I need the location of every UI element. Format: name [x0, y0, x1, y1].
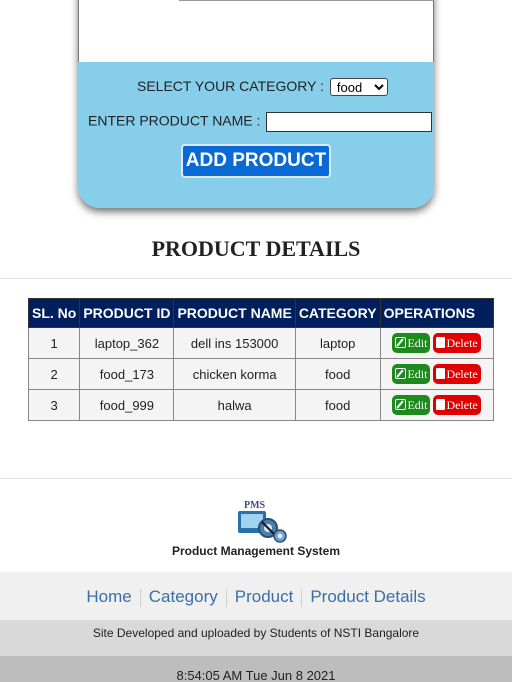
- cell-product-id: food_999: [79, 389, 175, 421]
- product-name-row: ENTER PRODUCT NAME :: [88, 112, 433, 132]
- delete-button[interactable]: Delete: [433, 364, 481, 384]
- table-row: 2 food_173 chicken korma food Edit Delete: [27, 358, 494, 390]
- cell-product-id: food_173: [79, 358, 175, 390]
- edit-button[interactable]: Edit: [392, 333, 431, 353]
- cell-sl-no: 2: [27, 358, 81, 390]
- product-name-label: ENTER PRODUCT NAME :: [88, 112, 261, 129]
- delete-label: Delete: [446, 398, 478, 412]
- edit-label: Edit: [407, 336, 428, 350]
- delete-label: Delete: [446, 367, 478, 381]
- edit-icon: [395, 337, 407, 348]
- cell-product-name: dell ins 153000: [173, 327, 296, 359]
- category-label: SELECT YOUR CATEGORY :: [137, 78, 324, 94]
- edit-button[interactable]: Edit: [392, 364, 431, 384]
- trash-icon: [436, 337, 446, 348]
- table-row: 3 food_999 halwa food Edit Delete: [27, 389, 494, 421]
- edit-label: Edit: [407, 367, 428, 381]
- nav-product-details-link[interactable]: Product Details: [302, 572, 433, 622]
- product-name-input[interactable]: [266, 112, 433, 132]
- delete-button[interactable]: Delete: [433, 333, 481, 353]
- category-select[interactable]: food: [329, 78, 388, 97]
- cell-sl-no: 3: [27, 389, 81, 421]
- edit-button[interactable]: Edit: [392, 395, 431, 415]
- product-details-title: PRODUCT DETAILS: [151, 236, 361, 261]
- cell-category: laptop: [294, 327, 381, 359]
- divider: [0, 478, 512, 479]
- trash-icon: [436, 368, 446, 379]
- cell-operations: Edit Delete: [379, 358, 494, 390]
- delete-button[interactable]: Delete: [433, 395, 481, 415]
- nav-category-link[interactable]: Category: [141, 572, 226, 622]
- cell-category: food: [294, 389, 381, 421]
- header-sl-no: SL. No: [27, 298, 81, 328]
- add-product-button[interactable]: ADD PRODUCT: [181, 144, 331, 178]
- header-product-name: PRODUCT NAME: [173, 298, 296, 328]
- logo-text: PMS: [244, 500, 266, 511]
- cart-baseline: [179, 0, 434, 1]
- header-category: CATEGORY: [294, 298, 381, 328]
- pms-gear-logo-icon: PMS: [238, 500, 287, 543]
- trash-icon: [436, 399, 446, 410]
- table-row: 1 laptop_362 dell ins 153000 laptop Edit…: [27, 327, 494, 359]
- cell-sl-no: 1: [27, 327, 81, 359]
- cell-operations: Edit Delete: [379, 327, 494, 359]
- products-table: SL. No PRODUCT ID PRODUCT NAME CATEGORY …: [27, 298, 494, 421]
- footer-nav: Home Category Product Product Details: [0, 572, 512, 620]
- cell-category: food: [294, 358, 381, 390]
- divider: [0, 278, 512, 279]
- cell-product-id: laptop_362: [79, 327, 175, 359]
- table-header-row: SL. No PRODUCT ID PRODUCT NAME CATEGORY …: [27, 298, 494, 328]
- cell-product-name: chicken korma: [173, 358, 296, 390]
- site-credit: Site Developed and uploaded by Students …: [0, 620, 512, 656]
- add-product-form: SELECT YOUR CATEGORY : food ENTER PRODUC…: [78, 62, 434, 208]
- clock-display: 8:54:05 AM Tue Jun 8 2021: [0, 656, 512, 682]
- header-product-id: PRODUCT ID: [79, 298, 175, 328]
- cell-operations: Edit Delete: [379, 389, 494, 421]
- category-row: SELECT YOUR CATEGORY : food: [137, 78, 388, 97]
- delete-label: Delete: [446, 336, 478, 350]
- header-operations: OPERATIONS: [379, 298, 494, 328]
- page: SELECT YOUR CATEGORY : food ENTER PRODUC…: [0, 0, 512, 682]
- edit-icon: [395, 368, 407, 379]
- edit-icon: [395, 399, 407, 410]
- cart-illustration-area: [78, 0, 434, 62]
- cell-product-name: halwa: [173, 389, 296, 421]
- brand-name: Product Management System: [171, 544, 341, 558]
- add-product-card: SELECT YOUR CATEGORY : food ENTER PRODUC…: [78, 0, 434, 208]
- edit-label: Edit: [407, 398, 428, 412]
- nav-home-link[interactable]: Home: [78, 572, 139, 622]
- nav-product-link[interactable]: Product: [227, 572, 302, 622]
